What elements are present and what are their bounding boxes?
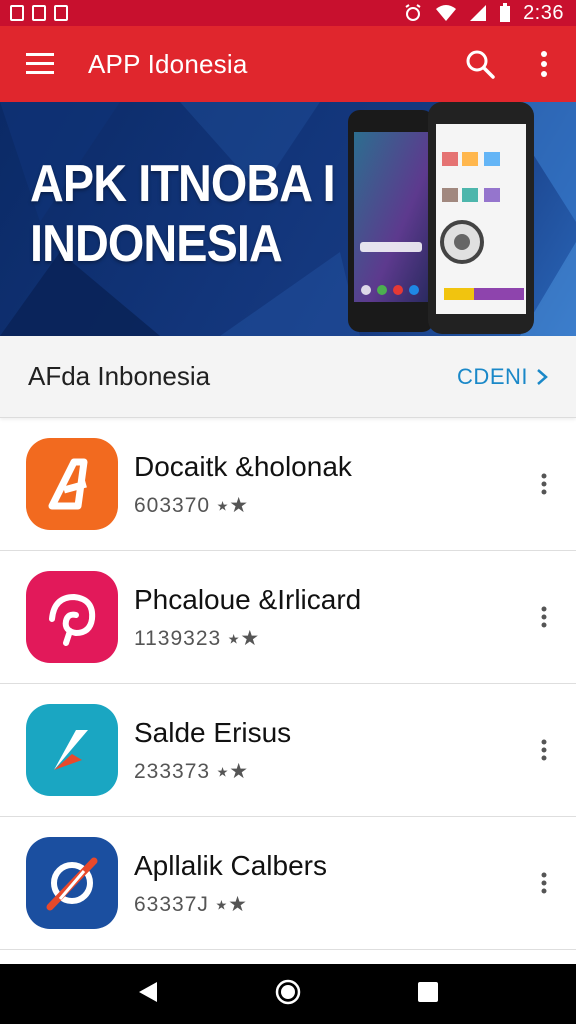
list-item[interactable]: Docaitk &holonak 603370 ⭑★ — [0, 418, 576, 551]
hamburger-icon — [26, 53, 54, 74]
back-button[interactable] — [137, 980, 159, 1009]
signal-icon — [470, 5, 487, 21]
app-icon-compass — [26, 837, 118, 929]
app-icon-arrow — [26, 704, 118, 796]
app-title: APP Idonesia — [88, 48, 248, 79]
status-time: 2:36 — [523, 1, 564, 24]
promo-banner[interactable]: APK ITNOBA I INDONESIA — [0, 102, 576, 336]
recents-button[interactable] — [417, 981, 439, 1008]
app-meta: 1139323 ⭑★ — [134, 626, 261, 650]
app-name: Apllalik Calbers — [134, 849, 327, 881]
app-info: Phcaloue &Irlicard 1139323 ⭑★ — [134, 584, 516, 651]
search-icon — [466, 50, 495, 79]
list-item[interactable]: Apllalik Calbers 63337J ⭑★ — [0, 817, 576, 950]
more-vert-icon — [541, 872, 547, 894]
system-icons: 2:36 — [403, 2, 564, 25]
more-vert-icon — [541, 739, 547, 761]
wifi-icon — [436, 5, 457, 21]
list-item[interactable]: Salde Erisus 233373 ⭑★ — [0, 684, 576, 817]
alarm-icon — [405, 4, 421, 21]
section-header: AFda Inbonesia CDENI — [0, 336, 576, 418]
app-bar: APP Idonesia — [0, 26, 576, 102]
item-more-button[interactable] — [516, 722, 572, 778]
app-meta: 603370 ⭑★ — [134, 493, 250, 517]
item-more-button[interactable] — [516, 456, 572, 512]
chevron-right-icon — [537, 368, 548, 385]
item-more-button[interactable] — [516, 589, 572, 645]
notification-icon — [10, 5, 24, 21]
more-vert-icon — [541, 606, 547, 628]
section-title: AFda Inbonesia — [28, 361, 211, 391]
app-name: Phcaloue &Irlicard — [134, 583, 362, 615]
system-nav-bar — [0, 964, 576, 1024]
swirl-icon — [49, 593, 96, 646]
notification-icon — [54, 5, 68, 21]
section-see-more-link[interactable]: CDENI — [457, 364, 548, 390]
banner-title: APK ITNOBA I INDONESIA — [30, 154, 336, 274]
letter-a-icon — [48, 458, 88, 510]
search-button[interactable] — [448, 26, 512, 102]
battery-icon — [500, 3, 511, 22]
recents-icon — [417, 981, 438, 1002]
overflow-menu-button[interactable] — [512, 26, 576, 102]
app-icon-letter-a — [26, 438, 118, 530]
banner-title-line2: INDONESIA — [30, 215, 283, 273]
phones-illustration — [348, 102, 534, 334]
app-info: Docaitk &holonak 603370 ⭑★ — [134, 451, 516, 518]
section-link-label: CDENI — [457, 363, 528, 389]
home-button[interactable] — [274, 978, 302, 1011]
home-icon — [275, 979, 301, 1004]
app-icon-swirl — [26, 571, 118, 663]
app-meta: 63337J ⭑★ — [134, 892, 248, 916]
app-info: Salde Erisus 233373 ⭑★ — [134, 717, 516, 784]
more-vert-icon — [541, 51, 547, 77]
more-vert-icon — [541, 473, 547, 495]
compass-icon — [46, 857, 98, 911]
item-more-button[interactable] — [516, 855, 572, 911]
arrow-icon — [54, 730, 88, 770]
list-item[interactable]: Phcaloue &Irlicard 1139323 ⭑★ — [0, 551, 576, 684]
banner-title-line1: APK ITNOBA I — [30, 155, 336, 213]
app-name: Docaitk &holonak — [134, 450, 352, 482]
app-meta: 233373 ⭑★ — [134, 759, 250, 783]
notification-icon — [32, 5, 46, 21]
status-bar: 2:36 — [0, 0, 576, 26]
menu-button[interactable] — [0, 26, 80, 102]
app-list: Docaitk &holonak 603370 ⭑★ Phcaloue &Irl… — [0, 418, 576, 950]
back-icon — [139, 981, 158, 1002]
notification-icons — [10, 5, 68, 21]
app-name: Salde Erisus — [134, 716, 292, 748]
app-info: Apllalik Calbers 63337J ⭑★ — [134, 850, 516, 917]
